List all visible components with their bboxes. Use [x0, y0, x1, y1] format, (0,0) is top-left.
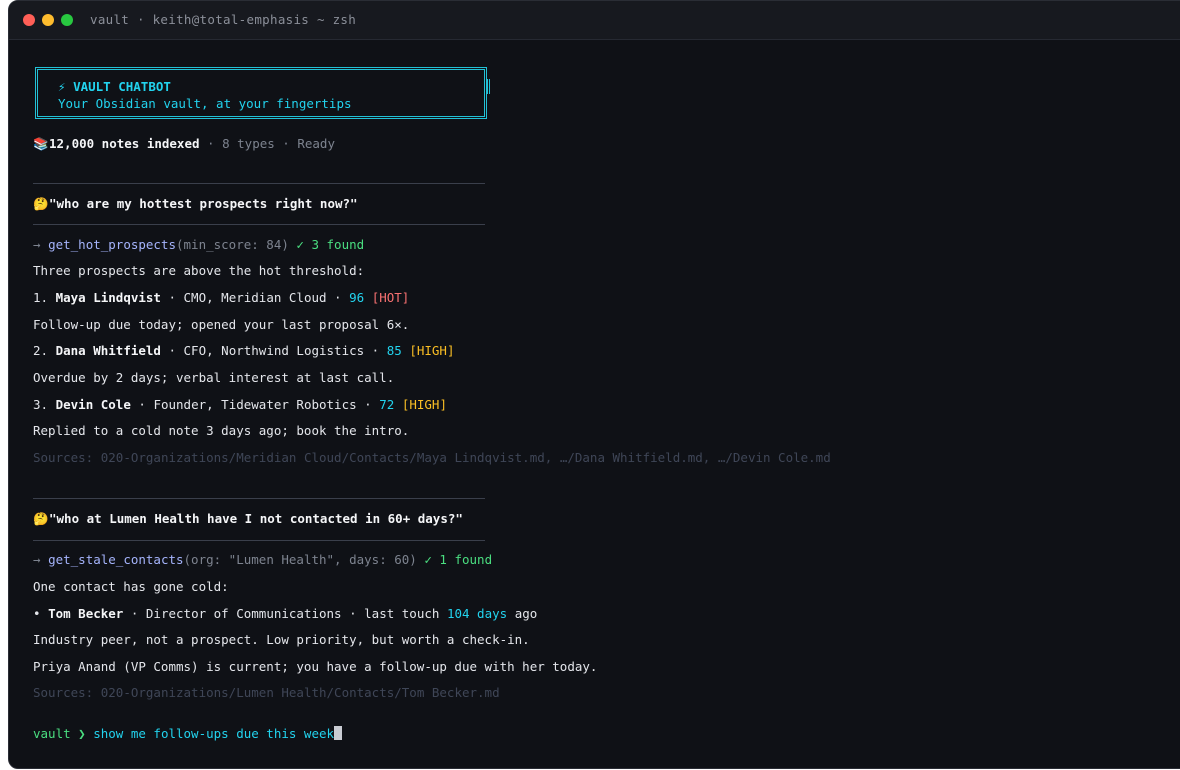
prospect-score: 85: [386, 343, 402, 358]
thinking-face-icon: 🤔: [33, 511, 49, 526]
sources-list: 020-Organizations/Lumen Health/Contacts/…: [100, 685, 500, 700]
sources-line: Sources: 020-Organizations/Lumen Health/…: [33, 685, 500, 700]
tool-result: ✓ 3 found: [296, 237, 365, 252]
sources-label: Sources:: [33, 450, 94, 465]
tool-call-line: → get_hot_prospects(min_score: 84) ✓ 3 f…: [33, 237, 364, 252]
prospect-role: · CMO, Meridian Cloud ·: [168, 290, 342, 305]
index-status: 📚12,000 notes indexed · 8 types · Ready: [33, 136, 335, 152]
prospect-row: 3. Devin Cole · Founder, Tidewater Robot…: [33, 397, 447, 412]
prospect-note: Replied to a cold note 3 days ago; book …: [33, 423, 410, 438]
close-window-button[interactable]: [23, 14, 35, 26]
prospect-number: 2.: [33, 343, 49, 358]
lightning-icon: ⚡: [58, 79, 66, 94]
question-text: "who are my hottest prospects right now?…: [49, 196, 358, 211]
tool-call-line: → get_stale_contacts(org: "Lumen Health"…: [33, 552, 492, 567]
tool-args: (org: "Lumen Health", days: 60): [183, 552, 417, 567]
books-icon: 📚: [33, 136, 49, 151]
zoom-window-button[interactable]: [61, 14, 73, 26]
notes-count: 12,000 notes indexed: [49, 136, 200, 151]
command-prompt[interactable]: vault ❯ show me follow-ups due this week: [33, 726, 343, 741]
prospect-note: Follow-up due today; opened your last pr…: [33, 317, 410, 332]
question-line: 🤔"who are my hottest prospects right now…: [33, 196, 358, 212]
prospect-row: 2. Dana Whitfield · CFO, Northwind Logis…: [33, 343, 454, 358]
question-line: 🤔"who at Lumen Health have I not contact…: [33, 511, 463, 527]
divider: [33, 498, 485, 499]
answer-intro: Three prospects are above the hot thresh…: [33, 263, 365, 278]
prospect-tag: [HIGH]: [409, 343, 455, 358]
tool-name: get_stale_contacts: [48, 552, 184, 567]
prospect-row: 1. Maya Lindqvist · CMO, Meridian Cloud …: [33, 290, 409, 305]
window-title: vault · keith@total-emphasis ~ zsh: [90, 12, 357, 27]
arrow-icon: →: [33, 237, 41, 252]
terminal-window: vault · keith@total-emphasis ~ zsh ⚡ VAU…: [8, 0, 1180, 769]
banner-title: VAULT CHATBOT: [73, 79, 171, 94]
title-bar: vault · keith@total-emphasis ~ zsh: [9, 1, 1180, 40]
contact-name: Tom Becker: [48, 606, 124, 621]
prospect-name: Maya Lindqvist: [55, 290, 161, 305]
status-summary: · 8 types · Ready: [207, 136, 335, 151]
tool-result: ✓ 1 found: [424, 552, 493, 567]
prompt-label: vault ❯: [33, 726, 86, 741]
minimize-window-button[interactable]: [42, 14, 54, 26]
question-text: "who at Lumen Health have I not contacte…: [49, 511, 463, 526]
sources-label: Sources:: [33, 685, 94, 700]
bullet: •: [33, 606, 41, 621]
divider: [33, 183, 485, 184]
arrow-icon: →: [33, 552, 41, 567]
answer-note: Industry peer, not a prospect. Low prior…: [33, 632, 530, 647]
contact-days: 104 days: [446, 606, 508, 621]
contact-row: • Tom Becker · Director of Communication…: [33, 606, 537, 621]
divider: [33, 540, 485, 541]
contact-suffix: ago: [514, 606, 538, 621]
prospect-name: Devin Cole: [55, 397, 131, 412]
banner-title-line: ⚡ VAULT CHATBOT: [58, 79, 171, 94]
prospect-number: 1.: [33, 290, 49, 305]
prospect-score: 96: [349, 290, 365, 305]
terminal-output: ⚡ VAULT CHATBOT Your Obsidian vault, at …: [33, 39, 1180, 768]
prospect-number: 3.: [33, 397, 49, 412]
answer-note: Priya Anand (VP Comms) is current; you h…: [33, 659, 598, 674]
prospect-note: Overdue by 2 days; verbal interest at la…: [33, 370, 395, 385]
prospect-role: · Founder, Tidewater Robotics ·: [138, 397, 372, 412]
banner-decoration: [487, 79, 491, 94]
sources-line: Sources: 020-Organizations/Meridian Clou…: [33, 450, 831, 465]
prospect-tag: [HOT]: [371, 290, 410, 305]
contact-role: · Director of Communications · last touc…: [130, 606, 440, 621]
text-cursor: [334, 726, 343, 740]
divider: [33, 224, 485, 225]
banner-subtitle: Your Obsidian vault, at your fingertips: [58, 96, 352, 111]
banner-box: ⚡ VAULT CHATBOT Your Obsidian vault, at …: [35, 67, 487, 119]
tool-args: (min_score: 84): [176, 237, 289, 252]
prospect-role: · CFO, Northwind Logistics ·: [168, 343, 380, 358]
prospect-name: Dana Whitfield: [55, 343, 161, 358]
sources-list: 020-Organizations/Meridian Cloud/Contact…: [100, 450, 831, 465]
prospect-score: 72: [379, 397, 395, 412]
thinking-face-icon: 🤔: [33, 196, 49, 211]
answer-intro: One contact has gone cold:: [33, 579, 229, 594]
tool-name: get_hot_prospects: [48, 237, 176, 252]
command-input[interactable]: show me follow-ups due this week: [93, 726, 334, 741]
prospect-tag: [HIGH]: [401, 397, 447, 412]
